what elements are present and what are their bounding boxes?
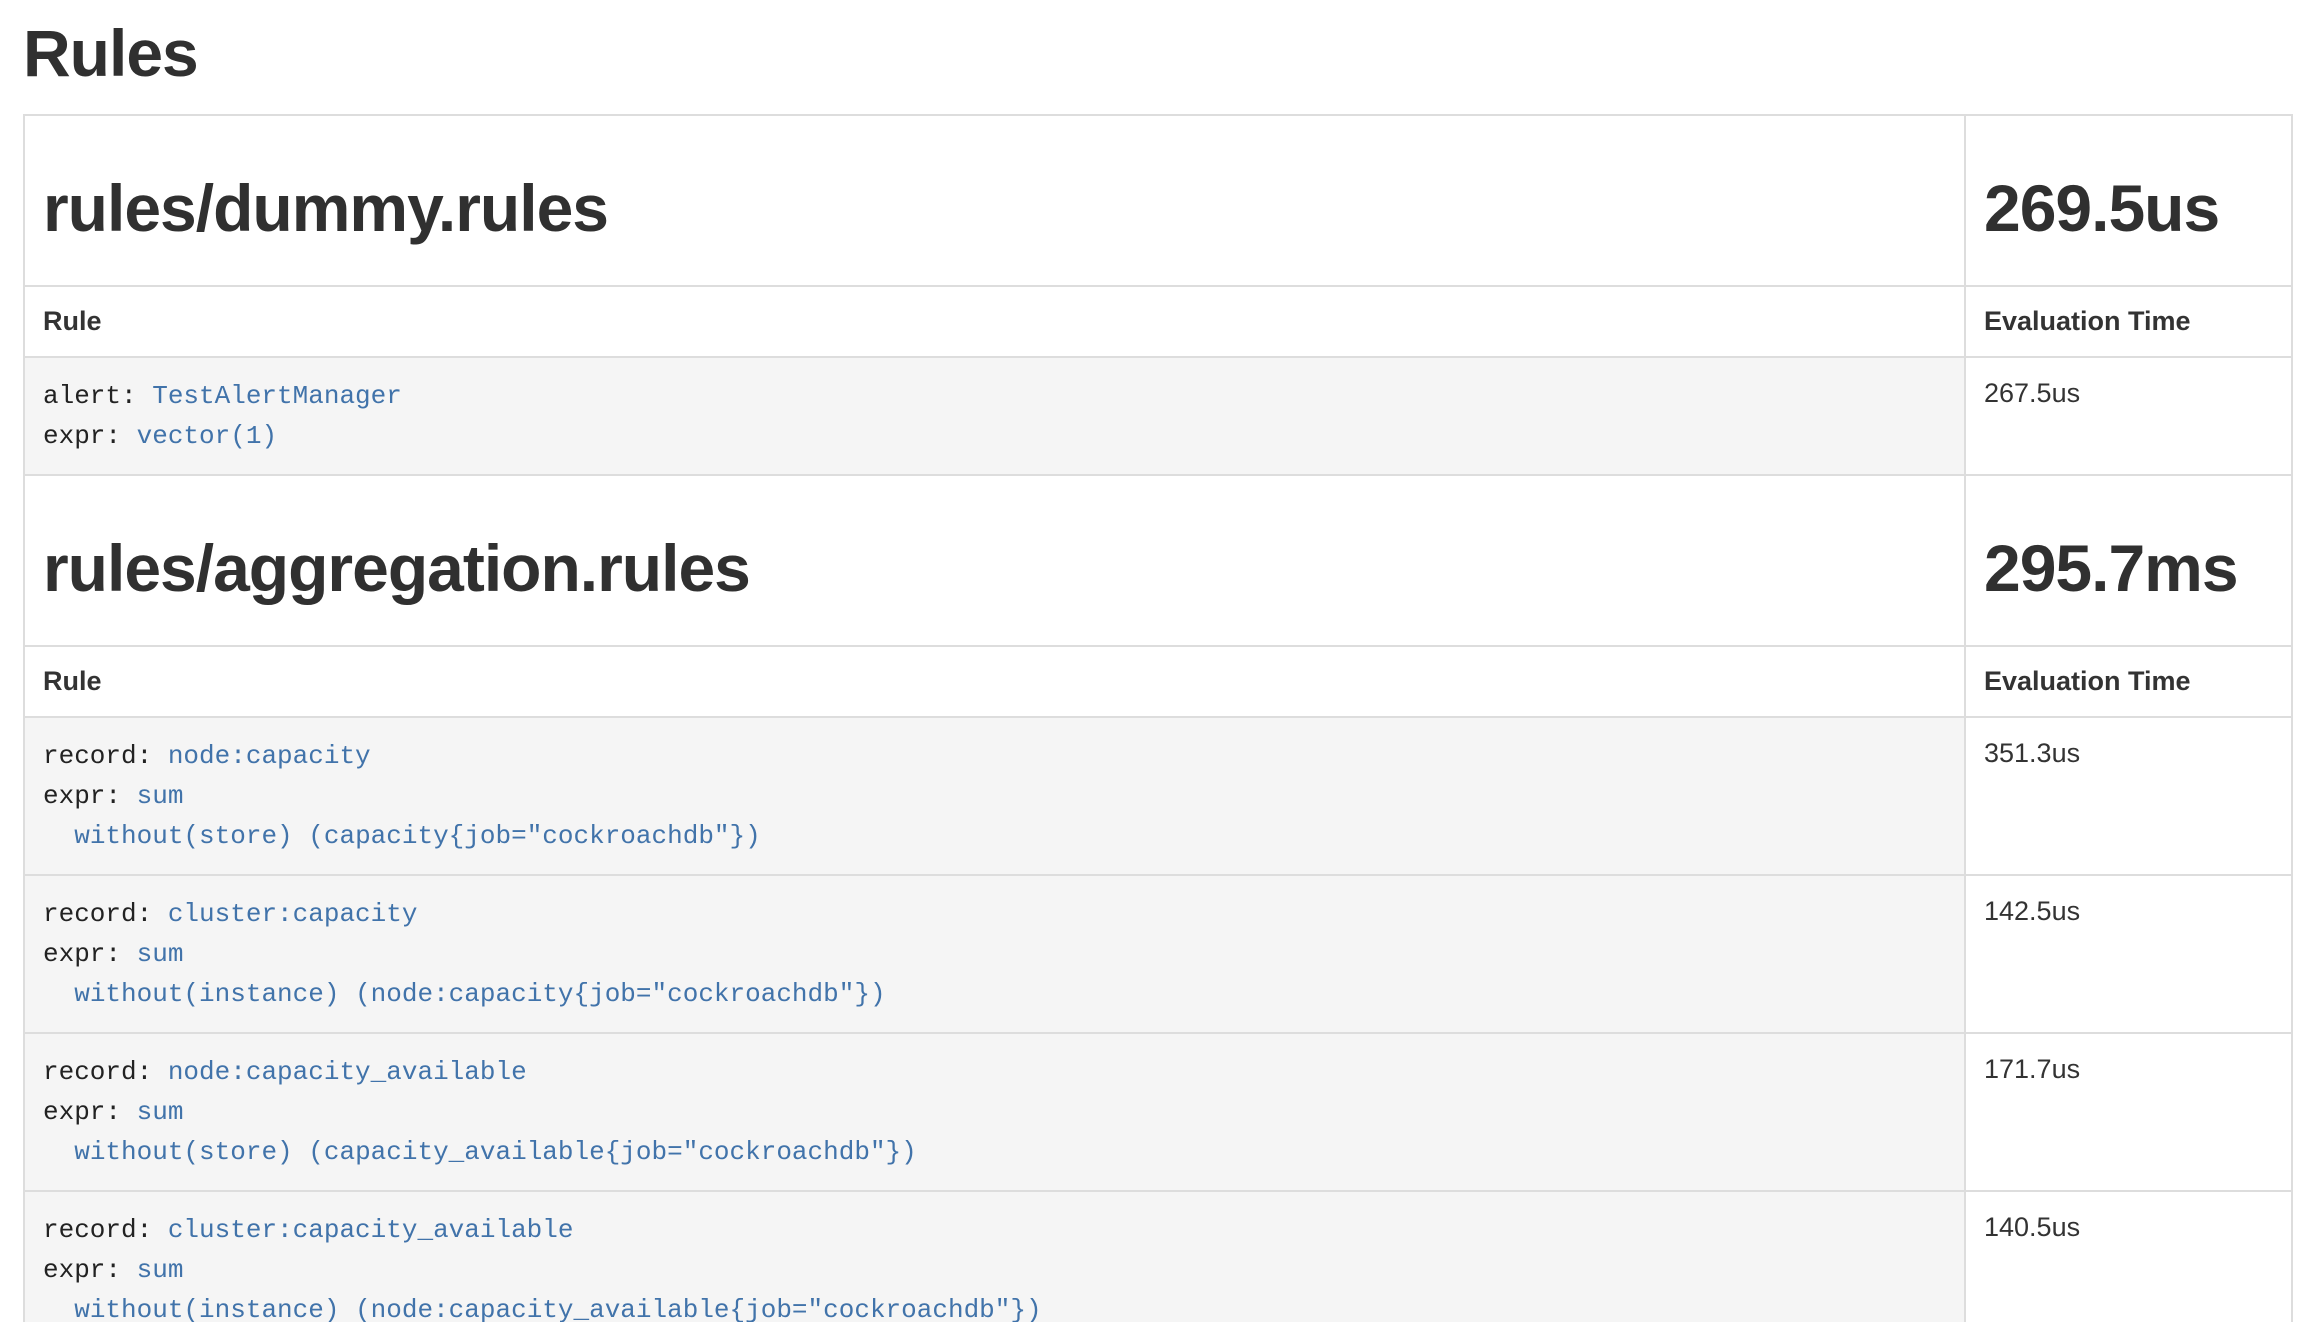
rule-code-text: record:	[43, 1215, 168, 1245]
rule-cell: record: cluster:capacity_availableexpr: …	[24, 1191, 1965, 1322]
group-evaluation-time: 269.5us	[1965, 115, 2292, 286]
rule-cell: record: node:capacityexpr: sum without(s…	[24, 717, 1965, 875]
rule-code: record: cluster:capacity_availableexpr: …	[43, 1210, 1946, 1322]
rule-cell: alert: TestAlertManagerexpr: vector(1)	[24, 357, 1965, 475]
group-file-name: rules/dummy.rules	[24, 115, 1965, 286]
rule-code: alert: TestAlertManagerexpr: vector(1)	[43, 376, 1946, 456]
rule-code-text: expr:	[43, 1255, 137, 1285]
rule-code: record: node:capacity_availableexpr: sum…	[43, 1052, 1946, 1172]
column-header-rule: Rule	[24, 286, 1965, 357]
rule-code-line: record: cluster:capacity_available	[43, 1210, 1946, 1250]
rule-code-line: record: node:capacity_available	[43, 1052, 1946, 1092]
rule-code-text: alert:	[43, 381, 152, 411]
rule-code-line: expr: sum	[43, 1250, 1946, 1290]
column-header-rule: Rule	[24, 646, 1965, 717]
rule-code-text	[43, 1137, 74, 1167]
group-header-row: rules/dummy.rules269.5us	[24, 115, 2292, 286]
rule-link[interactable]: vector(1)	[137, 421, 277, 451]
rule-code-line: record: cluster:capacity	[43, 894, 1946, 934]
rule-link[interactable]: sum	[137, 781, 184, 811]
rule-evaluation-time: 140.5us	[1965, 1191, 2292, 1322]
group-evaluation-time: 295.7ms	[1965, 475, 2292, 646]
rule-code-text: record:	[43, 1057, 168, 1087]
group-file-name: rules/aggregation.rules	[24, 475, 1965, 646]
rule-code-line: record: node:capacity	[43, 736, 1946, 776]
rule-row: record: cluster:capacityexpr: sum withou…	[24, 875, 2292, 1033]
rule-code-line: expr: sum	[43, 776, 1946, 816]
rule-link[interactable]: cluster:capacity	[168, 899, 418, 929]
column-header-evaluation-time: Evaluation Time	[1965, 646, 2292, 717]
column-header-row: RuleEvaluation Time	[24, 286, 2292, 357]
rule-code-text	[43, 979, 74, 1009]
rule-code-text	[43, 1295, 74, 1322]
rules-table: rules/dummy.rules269.5usRuleEvaluation T…	[23, 114, 2293, 1322]
rule-link[interactable]: node:capacity	[168, 741, 371, 771]
rule-code-text: record:	[43, 741, 168, 771]
rule-row: record: node:capacity_availableexpr: sum…	[24, 1033, 2292, 1191]
column-header-row: RuleEvaluation Time	[24, 646, 2292, 717]
rule-link[interactable]: without(instance) (node:capacity{job="co…	[74, 979, 885, 1009]
rule-link[interactable]: TestAlertManager	[152, 381, 402, 411]
rule-link[interactable]: node:capacity_available	[168, 1057, 527, 1087]
rule-code-line: without(store) (capacity{job="cockroachd…	[43, 816, 1946, 856]
rule-evaluation-time: 171.7us	[1965, 1033, 2292, 1191]
rule-link[interactable]: sum	[137, 939, 184, 969]
rule-evaluation-time: 351.3us	[1965, 717, 2292, 875]
rule-code: record: node:capacityexpr: sum without(s…	[43, 736, 1946, 856]
rule-code-line: expr: sum	[43, 1092, 1946, 1132]
rule-code: record: cluster:capacityexpr: sum withou…	[43, 894, 1946, 1014]
rule-link[interactable]: sum	[137, 1255, 184, 1285]
page-title: Rules	[23, 16, 2293, 90]
rule-code-text: record:	[43, 899, 168, 929]
rule-code-text	[43, 821, 74, 851]
rule-code-line: expr: sum	[43, 934, 1946, 974]
rule-code-line: without(instance) (node:capacity{job="co…	[43, 974, 1946, 1014]
rule-code-line: without(instance) (node:capacity_availab…	[43, 1290, 1946, 1322]
rule-cell: record: node:capacity_availableexpr: sum…	[24, 1033, 1965, 1191]
rule-link[interactable]: without(instance) (node:capacity_availab…	[74, 1295, 1041, 1322]
rule-code-text: expr:	[43, 1097, 137, 1127]
rule-code-text: expr:	[43, 421, 137, 451]
rule-link[interactable]: sum	[137, 1097, 184, 1127]
rule-row: record: node:capacityexpr: sum without(s…	[24, 717, 2292, 875]
rule-code-text: expr:	[43, 939, 137, 969]
rule-code-line: expr: vector(1)	[43, 416, 1946, 456]
group-header-row: rules/aggregation.rules295.7ms	[24, 475, 2292, 646]
column-header-evaluation-time: Evaluation Time	[1965, 286, 2292, 357]
rule-row: alert: TestAlertManagerexpr: vector(1)26…	[24, 357, 2292, 475]
rules-table-body: rules/dummy.rules269.5usRuleEvaluation T…	[24, 115, 2292, 1322]
rule-link[interactable]: without(store) (capacity{job="cockroachd…	[74, 821, 761, 851]
rule-code-line: alert: TestAlertManager	[43, 376, 1946, 416]
rule-row: record: cluster:capacity_availableexpr: …	[24, 1191, 2292, 1322]
rule-evaluation-time: 142.5us	[1965, 875, 2292, 1033]
rule-evaluation-time: 267.5us	[1965, 357, 2292, 475]
rule-link[interactable]: cluster:capacity_available	[168, 1215, 574, 1245]
rules-page: Rules rules/dummy.rules269.5usRuleEvalua…	[0, 16, 2316, 1322]
rule-cell: record: cluster:capacityexpr: sum withou…	[24, 875, 1965, 1033]
rule-code-line: without(store) (capacity_available{job="…	[43, 1132, 1946, 1172]
rule-code-text: expr:	[43, 781, 137, 811]
rule-link[interactable]: without(store) (capacity_available{job="…	[74, 1137, 917, 1167]
